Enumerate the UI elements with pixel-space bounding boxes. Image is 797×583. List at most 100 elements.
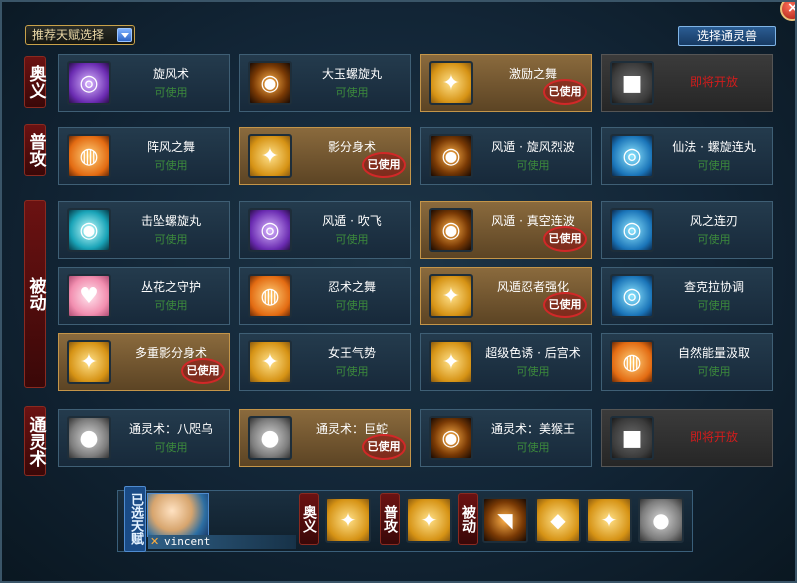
wind-kanji-icon: ✦ xyxy=(429,274,473,318)
talent-status: 可使用 xyxy=(697,159,731,172)
talent-card[interactable]: ◎ 风遁 · 吹飞 可使用 xyxy=(239,201,411,259)
category-label-normal: 普攻 xyxy=(24,124,46,176)
talent-card[interactable]: ♥ 丛花之守护 可使用 xyxy=(58,267,230,325)
talent-status: 可使用 xyxy=(154,441,188,454)
talent-status: 可使用 xyxy=(697,299,731,312)
talent-card[interactable]: ◎ 旋风术 可使用 xyxy=(58,54,230,112)
talent-name: 风之连刃 xyxy=(689,214,738,228)
talent-name: 自然能量汲取 xyxy=(677,346,750,360)
talent-card[interactable]: ◎ 查克拉协调可使用 xyxy=(601,267,773,325)
talent-card[interactable]: ● 通灵术：巨蛇 已使用 xyxy=(239,409,411,467)
talent-name: 查克拉协调 xyxy=(683,280,744,294)
talent-name: 通灵术：美猴王 xyxy=(490,422,575,436)
queen-icon: ✦ xyxy=(248,340,292,384)
talent-card[interactable]: ◍ 忍术之舞可使用 xyxy=(239,267,411,325)
multi-clone-icon: ✦ xyxy=(67,340,111,384)
talent-status: 可使用 xyxy=(697,233,731,246)
talent-card[interactable]: ◉ 大玉螺旋丸 可使用 xyxy=(239,54,411,112)
snake-icon: ● xyxy=(248,416,292,460)
recommend-talent-dropdown[interactable]: 推荐天赋选择 xyxy=(25,25,135,45)
fan-icon: ◎ xyxy=(248,208,292,252)
bottom-label-passive: 被动 xyxy=(458,493,478,545)
talent-name: 忍术之舞 xyxy=(327,280,376,294)
talent-card[interactable]: ✦ 风遁忍者强化 已使用 xyxy=(420,267,592,325)
talent-card[interactable]: ✦ 激励之舞 已使用 xyxy=(420,54,592,112)
talent-name: 阵风之舞 xyxy=(146,140,195,154)
chevron-down-icon[interactable] xyxy=(117,28,132,42)
talent-status: 可使用 xyxy=(154,159,188,172)
talent-name: 仙法 · 螺旋连丸 xyxy=(672,140,756,154)
vacuum-wave-icon[interactable]: ◥ xyxy=(482,497,528,543)
crow-icon: ● xyxy=(67,416,111,460)
talent-card[interactable]: ◍ 阵风之舞可使用 xyxy=(58,127,230,185)
wind-dance-icon: ◍ xyxy=(67,134,111,178)
multi-clone-icon[interactable]: ✦ xyxy=(586,497,632,543)
talent-name: 旋风术 xyxy=(152,67,189,81)
talent-status: 可使用 xyxy=(516,159,550,172)
category-label-ougi: 奥义 xyxy=(24,56,46,108)
talent-card[interactable]: ◉ 通灵术：美猴王 可使用 xyxy=(420,409,592,467)
talent-card[interactable]: ■ 即将开放 xyxy=(601,54,773,112)
scroll-icon: ◍ xyxy=(248,274,292,318)
recommend-talent-label: 推荐天赋选择 xyxy=(32,28,105,42)
talent-status: 可使用 xyxy=(516,441,550,454)
avatar xyxy=(147,493,209,537)
vacuum-wave-icon: ◉ xyxy=(429,208,473,252)
close-icon: × xyxy=(787,2,795,16)
talent-status: 可使用 xyxy=(335,86,369,99)
lock-icon: ■ xyxy=(610,416,654,460)
talent-status: 可使用 xyxy=(335,233,369,246)
select-summon-beast-button[interactable]: 选择通灵兽 xyxy=(678,26,776,46)
dance-icon: ✦ xyxy=(429,61,473,105)
close-button[interactable]: × xyxy=(780,2,795,21)
talent-name: 丛花之守护 xyxy=(140,280,201,294)
talent-name: 通灵术：八咫乌 xyxy=(128,422,213,436)
talent-card[interactable]: ✦ 影分身术 已使用 xyxy=(239,127,411,185)
sage-rasengan-icon: ◎ xyxy=(610,134,654,178)
category-label-summon: 通灵术 xyxy=(24,406,46,476)
used-stamp: 已使用 xyxy=(181,358,225,384)
talent-name: 超级色诱 · 后宫术 xyxy=(485,346,581,360)
talent-card[interactable]: ■ 即将开放 xyxy=(601,409,773,467)
clone-icon[interactable]: ✦ xyxy=(406,497,452,543)
talent-card[interactable]: ✦ 女王气势 可使用 xyxy=(239,333,411,391)
chakra-hand-icon: ◎ xyxy=(610,274,654,318)
wind-wave-icon: ◉ xyxy=(429,134,473,178)
player-name-bar: ✕ vincent xyxy=(148,535,296,549)
talent-card[interactable]: ✦ 超级色诱 · 后宫术 可使用 xyxy=(420,333,592,391)
talent-card[interactable]: ◎ 仙法 · 螺旋连丸 可使用 xyxy=(601,127,773,185)
talent-card[interactable]: ◉ 风遁 · 旋风烈波 可使用 xyxy=(420,127,592,185)
talent-card[interactable]: ◎ 风之连刃 可使用 xyxy=(601,201,773,259)
clone-icon: ✦ xyxy=(248,134,292,178)
talent-name: 击坠螺旋丸 xyxy=(140,214,201,228)
talent-status: 可使用 xyxy=(154,299,188,312)
dance-icon[interactable]: ✦ xyxy=(325,497,371,543)
talent-name: 即将开放 xyxy=(689,430,738,444)
talent-card[interactable]: ◉ 击坠螺旋丸 可使用 xyxy=(58,201,230,259)
talent-status: 可使用 xyxy=(154,233,188,246)
wind-kanji-icon[interactable]: ◆ xyxy=(535,497,581,543)
monkey-king-icon: ◉ xyxy=(429,416,473,460)
talent-name: 即将开放 xyxy=(689,75,738,89)
talent-name: 风遁 · 旋风烈波 xyxy=(491,140,575,154)
nature-energy-icon: ◍ xyxy=(610,340,654,384)
lock-icon: ■ xyxy=(610,61,654,105)
talent-card[interactable]: ● 通灵术：八咫乌 可使用 xyxy=(58,409,230,467)
tornado-icon: ◎ xyxy=(67,61,111,105)
used-stamp: 已使用 xyxy=(362,434,406,460)
player-name: vincent xyxy=(164,535,211,548)
talent-card[interactable]: ◍ 自然能量汲取 可使用 xyxy=(601,333,773,391)
category-label-passive: 被动 xyxy=(24,200,46,388)
talent-window: 推荐天赋选择 选择通灵兽 × 奥义 普攻 被动 通灵术 ◎ 旋风术可使用 ◉ 大玉螺旋… xyxy=(0,0,797,583)
talent-card[interactable]: ◉ 风遁 · 真空连波 已使用 xyxy=(420,201,592,259)
talent-name: 大玉螺旋丸 xyxy=(321,67,382,81)
talent-status: 可使用 xyxy=(335,365,369,378)
used-stamp: 已使用 xyxy=(543,79,587,105)
harem-icon: ✦ xyxy=(429,340,473,384)
snake-icon[interactable]: ● xyxy=(638,497,684,543)
used-stamp: 已使用 xyxy=(543,292,587,318)
talent-status: 可使用 xyxy=(335,299,369,312)
leaf-icon: ✕ xyxy=(150,535,160,548)
talent-card[interactable]: ✦ 多重影分身术 已使用 xyxy=(58,333,230,391)
talent-status: 可使用 xyxy=(697,365,731,378)
